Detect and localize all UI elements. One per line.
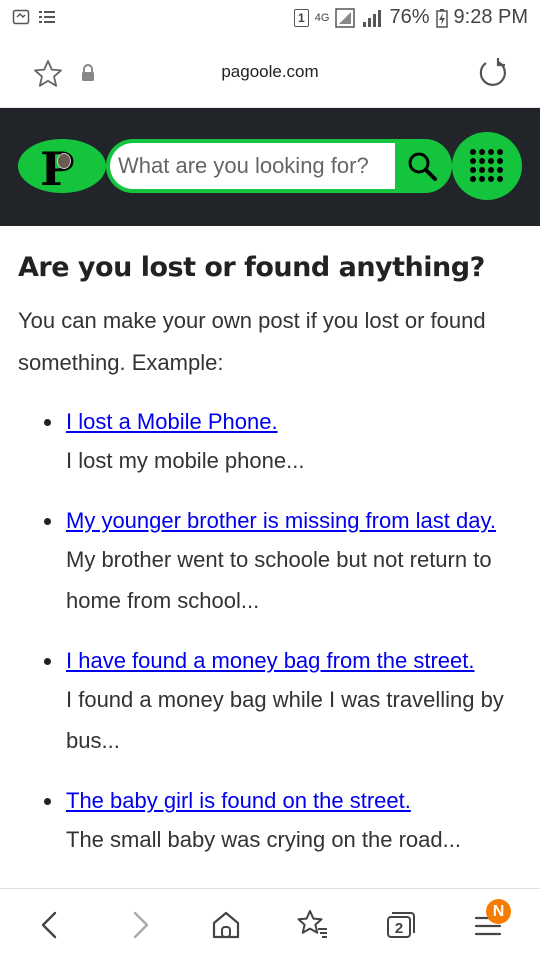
post-list: I lost a Mobile Phone. I lost my mobile … (0, 404, 540, 882)
post-link[interactable]: My younger brother is missing from last … (66, 503, 520, 539)
browser-address-bar: pagoole.com (0, 38, 540, 108)
post-description: My brother went to schoole but not retur… (66, 547, 492, 613)
post-description: I lost my mobile phone... (66, 448, 305, 473)
url-text[interactable]: pagoole.com (0, 62, 540, 82)
tabs-count: 2 (394, 920, 404, 937)
logo-letter: P (40, 142, 75, 196)
status-right-icons: 1 4G 76% 9:28 PM (293, 6, 528, 29)
post-description: The small baby was crying on the road... (66, 827, 461, 852)
bullet (44, 658, 51, 665)
screenshot-icon (12, 9, 30, 25)
intro-text: You can make your own post if you lost o… (18, 308, 486, 375)
back-icon[interactable] (32, 907, 68, 943)
search-button[interactable] (397, 143, 447, 189)
clock: 9:28 PM (453, 6, 528, 28)
list-icon (39, 11, 55, 23)
bookmarks-icon[interactable] (294, 907, 330, 943)
search-icon (408, 152, 437, 181)
site-header: P (0, 108, 540, 226)
status-left-icons (12, 8, 56, 26)
battery-percent: 76% (389, 6, 430, 28)
home-icon[interactable] (208, 907, 244, 943)
status-bar: 1 4G 76% 9:28 PM (0, 0, 540, 38)
list-item: My younger brother is missing from last … (0, 503, 540, 621)
notification-badge: N (486, 899, 511, 924)
sim-slot-badge: 1 (293, 8, 309, 27)
page-title: Are you lost or found anything? (18, 252, 485, 283)
grid-dots-icon (470, 149, 504, 183)
post-link[interactable]: I have found a money bag from the street… (66, 643, 520, 679)
search-bar (106, 139, 452, 193)
search-input[interactable] (110, 143, 395, 189)
list-item: I have found a money bag from the street… (0, 643, 540, 761)
bullet (44, 518, 51, 525)
post-description: I found a money bag while I was travelli… (66, 687, 504, 753)
apps-menu-button[interactable] (452, 132, 522, 200)
reload-icon[interactable] (476, 56, 510, 90)
post-link[interactable]: The baby girl is found on the street. (66, 783, 520, 819)
battery-icon (435, 8, 448, 28)
list-item: I lost a Mobile Phone. I lost my mobile … (0, 404, 540, 481)
signal-icon (335, 7, 356, 28)
bullet (44, 419, 51, 426)
network-type: 4G (314, 11, 330, 24)
bullet (44, 798, 51, 805)
post-link[interactable]: I lost a Mobile Phone. (66, 404, 520, 440)
site-logo[interactable]: P (18, 139, 106, 196)
signal-bars-icon (363, 9, 382, 27)
main-content: Are you lost or found anything? You can … (0, 226, 540, 888)
list-item: The baby girl is found on the street. Th… (0, 783, 540, 860)
logo-avatar (57, 153, 71, 169)
tabs-button[interactable]: 2 (382, 907, 418, 943)
browser-bottom-nav: 2 N (0, 888, 540, 960)
forward-icon[interactable] (122, 907, 158, 943)
